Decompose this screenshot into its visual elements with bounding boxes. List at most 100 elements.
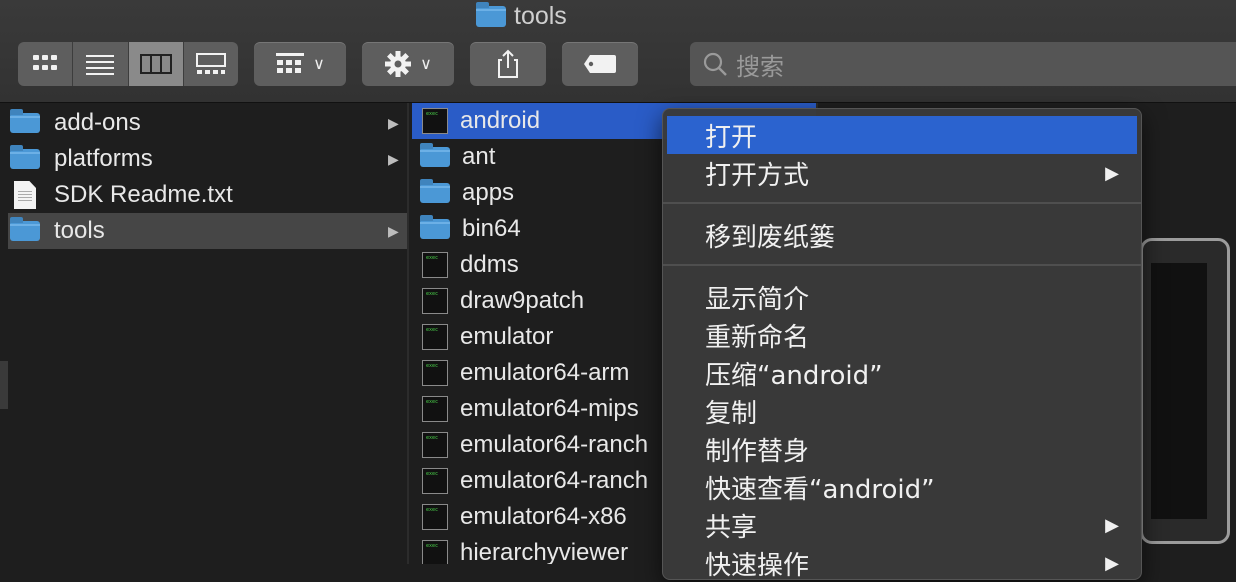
menu-item-label: 压缩“android” <box>705 360 883 391</box>
menu-item-label: 打开方式 <box>705 160 810 191</box>
preview-image <box>1140 238 1230 544</box>
item-label: hierarchyviewer <box>460 539 629 564</box>
item-label: apps <box>462 179 515 206</box>
action-button[interactable]: ∨ <box>362 42 454 86</box>
folder-icon <box>476 1 506 27</box>
terminal-exec-icon <box>422 288 448 314</box>
folder-icon <box>10 145 40 169</box>
menu-item-move-to-trash[interactable]: 移到废纸篓 <box>663 216 1141 254</box>
menu-item-quick-actions[interactable]: 快速操作 ▶ <box>663 544 1141 582</box>
terminal-exec-icon <box>422 396 448 422</box>
item-label: add-ons <box>54 109 141 136</box>
search-field[interactable]: 搜索 <box>690 42 1236 86</box>
terminal-exec-icon <box>422 360 448 386</box>
folder-icon <box>10 109 40 133</box>
menu-item-label: 快速查看“android” <box>705 474 935 505</box>
folder-icon <box>420 215 450 239</box>
menu-item-label: 显示简介 <box>705 284 810 315</box>
menu-separator <box>663 264 1141 266</box>
submenu-arrow-icon: ▶ <box>1105 514 1119 536</box>
disclosure-arrow-icon: ▶ <box>388 150 399 167</box>
item-label: ddms <box>460 251 519 278</box>
menu-item-label: 重新命名 <box>705 322 810 353</box>
folder-icon <box>420 143 450 167</box>
terminal-exec-icon <box>422 108 448 134</box>
item-label: android <box>460 107 541 134</box>
gallery-view-button[interactable] <box>184 42 238 86</box>
terminal-exec-icon <box>422 540 448 564</box>
tags-button[interactable] <box>562 42 638 86</box>
gallery-icon <box>195 53 226 74</box>
columns-icon <box>139 54 172 74</box>
group-grid-icon <box>276 53 305 73</box>
disclosure-arrow-icon: ▶ <box>388 222 399 239</box>
window-title-label: tools <box>514 1 567 30</box>
document-icon <box>14 181 36 209</box>
list-icon <box>86 55 115 75</box>
item-label: emulator64-mips <box>460 395 639 422</box>
menu-item-compress[interactable]: 压缩“android” <box>663 354 1141 392</box>
share-button[interactable] <box>470 42 546 86</box>
scrollbar[interactable] <box>0 361 8 409</box>
terminal-exec-icon <box>422 252 448 278</box>
terminal-exec-icon <box>422 324 448 350</box>
terminal-exec-icon <box>422 504 448 530</box>
terminal-exec-icon <box>422 432 448 458</box>
toolbar: tools ∨ ∨ 搜索 <box>0 0 1236 103</box>
list-item-tools[interactable]: tools ▶ <box>8 213 408 249</box>
item-label: emulator64-ranch <box>460 467 649 494</box>
disclosure-arrow-icon: ▶ <box>388 114 399 131</box>
item-label: tools <box>54 217 105 244</box>
window-title: tools <box>476 0 567 32</box>
submenu-arrow-icon: ▶ <box>1105 162 1119 184</box>
list-view-button[interactable] <box>73 42 129 86</box>
icon-view-button[interactable] <box>18 42 74 86</box>
terminal-exec-icon <box>422 468 448 494</box>
list-item-add-ons[interactable]: add-ons ▶ <box>10 105 406 141</box>
menu-item-label: 制作替身 <box>705 436 810 467</box>
column-parent: add-ons ▶ platforms ▶ SDK Readme.txt too… <box>0 103 408 564</box>
list-item-platforms[interactable]: platforms ▶ <box>10 141 406 177</box>
tag-icon <box>584 55 616 73</box>
menu-item-rename[interactable]: 重新命名 <box>663 316 1141 354</box>
menu-item-label: 复制 <box>705 398 758 429</box>
preview-screen <box>1151 263 1207 519</box>
item-label: ant <box>462 143 496 170</box>
chevron-down-icon: ∨ <box>313 56 325 73</box>
menu-item-duplicate[interactable]: 复制 <box>663 392 1141 430</box>
column-view-button[interactable] <box>128 42 184 86</box>
item-label: emulator64-arm <box>460 359 630 386</box>
context-menu: 打开 打开方式 ▶ 移到废纸篓 显示简介 重新命名 压缩“android” 复制… <box>662 108 1142 582</box>
item-label: emulator64-x86 <box>460 503 627 530</box>
menu-item-open[interactable]: 打开 <box>667 116 1137 154</box>
gear-icon <box>385 51 412 77</box>
share-icon <box>498 49 518 78</box>
folder-icon <box>420 179 450 203</box>
menu-item-share[interactable]: 共享 ▶ <box>663 506 1141 544</box>
menu-item-quick-look[interactable]: 快速查看“android” <box>663 468 1141 506</box>
submenu-arrow-icon: ▶ <box>1105 552 1119 574</box>
item-label: emulator64-ranch <box>460 431 649 458</box>
search-icon <box>703 52 727 76</box>
view-mode-switcher <box>18 42 238 86</box>
search-placeholder: 搜索 <box>736 53 784 81</box>
group-by-button[interactable]: ∨ <box>254 42 346 86</box>
item-label: draw9patch <box>460 287 585 314</box>
item-label: platforms <box>54 145 153 172</box>
menu-item-label: 共享 <box>705 512 758 543</box>
menu-item-label: 移到废纸篓 <box>705 222 836 253</box>
list-item-sdk-readme[interactable]: SDK Readme.txt <box>10 177 406 213</box>
folder-icon <box>10 217 40 241</box>
menu-item-get-info[interactable]: 显示简介 <box>663 278 1141 316</box>
chevron-down-icon: ∨ <box>420 56 432 73</box>
item-label: bin64 <box>462 215 521 242</box>
menu-item-label: 打开 <box>705 122 758 153</box>
menu-item-make-alias[interactable]: 制作替身 <box>663 430 1141 468</box>
menu-separator <box>663 202 1141 204</box>
item-label: SDK Readme.txt <box>54 181 233 208</box>
item-label: emulator <box>460 323 554 350</box>
menu-item-open-with[interactable]: 打开方式 ▶ <box>663 154 1141 192</box>
menu-item-label: 快速操作 <box>705 550 810 581</box>
column-divider[interactable] <box>407 103 409 564</box>
grid-icon <box>33 55 58 70</box>
